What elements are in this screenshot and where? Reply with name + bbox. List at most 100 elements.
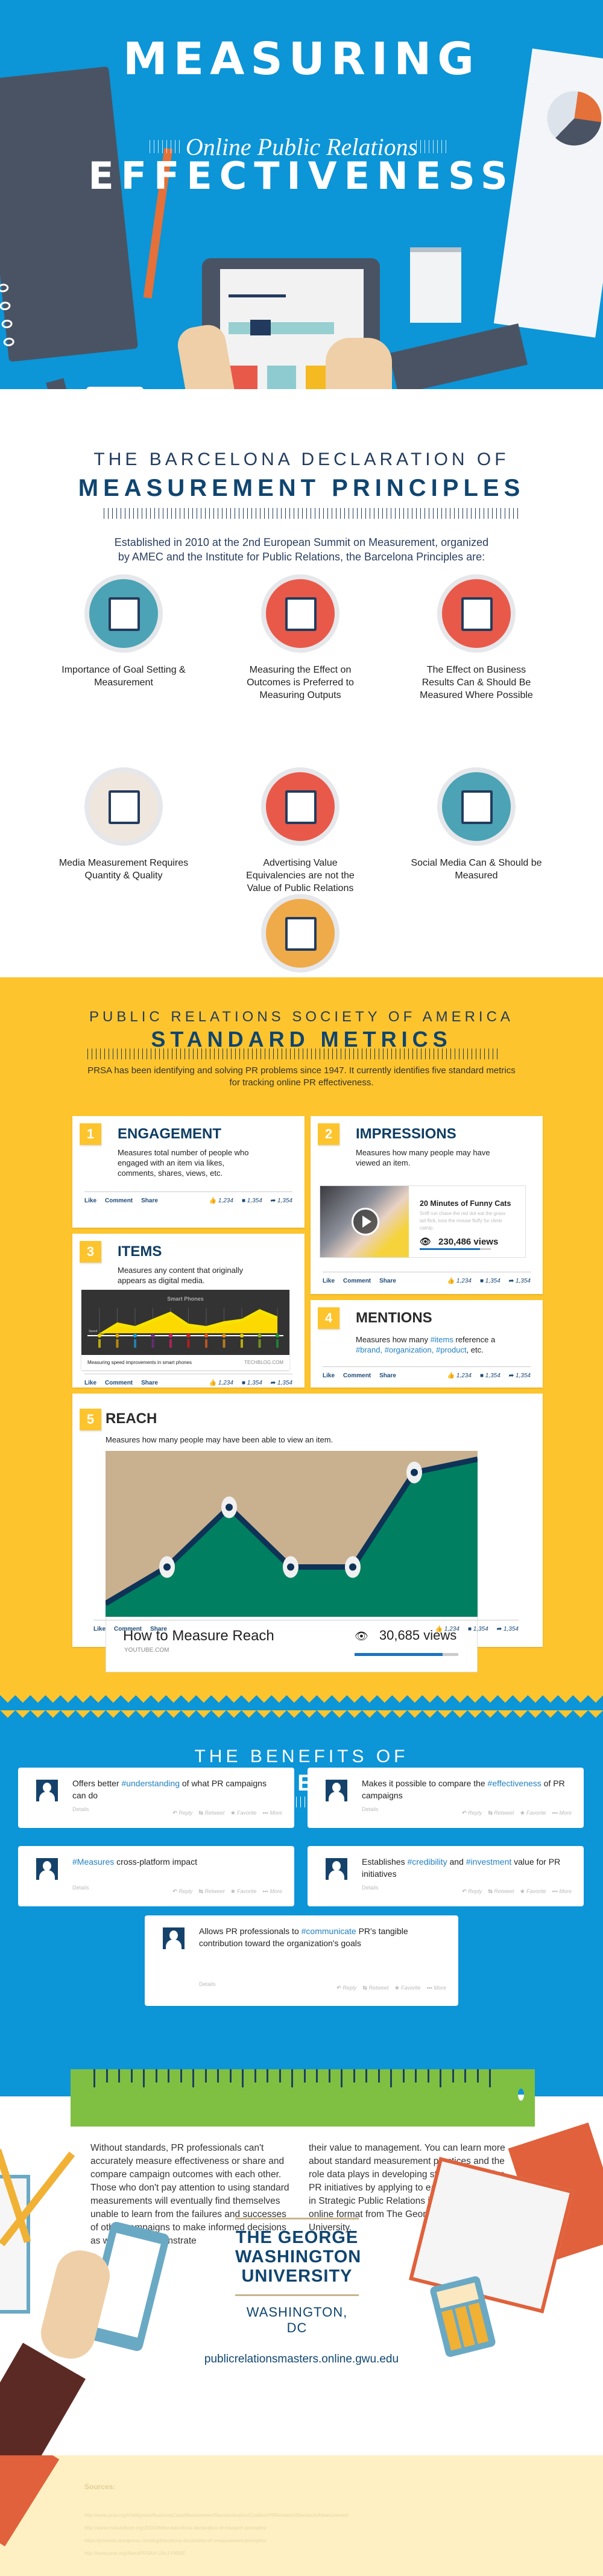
chart-pin <box>151 1339 154 1348</box>
social-actions-bar: Like Comment Share 👍 1,234 ■ 1,354 ➦ 1,354 <box>93 1620 519 1632</box>
hashtag-link[interactable]: #credibility <box>407 1857 447 1867</box>
comment-button[interactable]: Comment <box>105 1380 133 1386</box>
ellipsis-icon: ••• <box>426 1985 432 1991</box>
benefit-tweet-card: Makes it possible to compare the #effect… <box>308 1768 584 1828</box>
share-button[interactable]: Share <box>379 1278 396 1284</box>
views-progress-bar <box>355 1653 458 1656</box>
reply-icon: ↶ <box>336 1985 341 1991</box>
prsa-standard-metrics-section: PUBLIC RELATIONS SOCIETY OF AMERICA STAN… <box>0 977 603 1695</box>
hashtag-link[interactable]: #understanding <box>121 1778 180 1788</box>
share-button[interactable]: Share <box>150 1626 167 1632</box>
section-kicker: THE BENEFITS OF <box>194 1746 409 1766</box>
like-button[interactable]: Like <box>84 1198 96 1204</box>
principle-item: Measuring the Effect on Outcomes is Pref… <box>234 574 367 702</box>
comment-button[interactable]: Comment <box>114 1626 142 1632</box>
metric-title: MENTIONS <box>356 1310 432 1326</box>
reply-button[interactable]: ↶ Reply <box>336 1985 356 1991</box>
hashtag-link[interactable]: #brand, #organization, #product <box>356 1345 467 1354</box>
section-kicker: THE BARCELONA DECLARATION OF <box>93 449 510 469</box>
like-button[interactable]: Like <box>93 1626 106 1632</box>
details-link[interactable]: Details <box>72 1885 89 1891</box>
more-button[interactable]: ••• More <box>552 1810 572 1816</box>
metric-number: 1 <box>80 1123 101 1145</box>
chart-pin <box>205 1339 207 1348</box>
more-button[interactable]: ••• More <box>552 1888 572 1894</box>
play-icon[interactable] <box>352 1208 379 1236</box>
ruler-illustration <box>388 323 528 389</box>
hashtag-link[interactable]: #items <box>431 1335 453 1344</box>
chart-point <box>151 1333 155 1338</box>
benefit-tweet-card: Allows PR professionals to #communicate … <box>145 1915 458 2006</box>
video-card[interactable]: 20 Minutes of Funny Cats Sniff run chase… <box>320 1185 526 1258</box>
avatar-icon[interactable] <box>36 1858 58 1880</box>
source-link[interactable]: http://www.instituteforpr.org/2010/06/th… <box>84 2525 267 2531</box>
reply-icon: ↶ <box>172 1888 177 1894</box>
source-link[interactable]: https://prtrendx.wordpress.com/tag/barce… <box>84 2538 267 2543</box>
details-link[interactable]: Details <box>72 1806 89 1812</box>
retweet-button[interactable]: ⇆ Retweet <box>488 1888 514 1894</box>
more-button[interactable]: ••• More <box>427 1985 446 1991</box>
video-thumbnail[interactable] <box>320 1186 409 1257</box>
reply-icon: ↶ <box>462 1888 467 1894</box>
video-title[interactable]: 20 Minutes of Funny Cats <box>420 1199 511 1208</box>
avatar-icon[interactable] <box>163 1927 185 1949</box>
like-button[interactable]: Like <box>84 1380 96 1386</box>
share-icon: ➦ <box>508 1278 514 1284</box>
details-link[interactable]: Details <box>362 1885 379 1891</box>
eye-marker-pupil <box>349 1563 356 1571</box>
reply-button[interactable]: ↶ Reply <box>462 1888 482 1894</box>
metric-description: Measures total number of people who enga… <box>118 1148 249 1178</box>
chart-caption: Measuring speed improvements in smart ph… <box>87 1360 192 1365</box>
retweet-button[interactable]: ⇆ Retweet <box>198 1888 224 1894</box>
reply-button[interactable]: ↶ Reply <box>172 1810 192 1816</box>
share-icon: ➦ <box>270 1380 276 1386</box>
retweet-button[interactable]: ⇆ Retweet <box>198 1810 224 1816</box>
source-link[interactable]: http://www.prsa.org/Intelligence/Busines… <box>84 2513 349 2518</box>
retweet-button[interactable]: ⇆ Retweet <box>362 1985 388 1991</box>
hero-banner: MEASURING Online Public Relations EFFECT… <box>0 0 603 389</box>
eye-icon: 👁 <box>420 1237 432 1247</box>
details-link[interactable]: Details <box>362 1806 379 1812</box>
hashtag-link[interactable]: #effectiveness <box>488 1778 541 1788</box>
source-link[interactable]: http://www.prsa.org/AboutPRSA/#.U9vJ-Pld… <box>84 2551 186 2556</box>
principle-item: Advertising Value Equivalencies are not … <box>234 767 367 895</box>
details-link[interactable]: Details <box>199 1981 216 1987</box>
more-button[interactable]: ••• More <box>263 1810 282 1816</box>
comment-button[interactable]: Comment <box>105 1198 133 1204</box>
gwu-name-line2: WASHINGTON <box>235 2247 362 2267</box>
metric-number: 2 <box>318 1123 339 1145</box>
metric-title: IMPRESSIONS <box>356 1126 456 1142</box>
share-button[interactable]: Share <box>141 1198 158 1204</box>
avatar-icon[interactable] <box>36 1780 58 1801</box>
more-button[interactable]: ••• More <box>263 1888 282 1894</box>
eye-marker-pupil <box>226 1503 233 1511</box>
reach-chart <box>106 1451 478 1617</box>
avatar-icon[interactable] <box>326 1858 347 1880</box>
favorite-button[interactable]: ★ Favorite <box>520 1810 546 1816</box>
favorite-button[interactable]: ★ Favorite <box>394 1985 420 1991</box>
comment-button[interactable]: Comment <box>343 1372 371 1379</box>
reply-button[interactable]: ↶ Reply <box>462 1810 482 1816</box>
section-title: MEASUREMENT PRINCIPLES <box>78 475 525 501</box>
avatar-icon[interactable] <box>326 1780 347 1801</box>
reply-button[interactable]: ↶ Reply <box>172 1888 192 1894</box>
description-text: , etc. <box>466 1345 484 1354</box>
comment-button[interactable]: Comment <box>343 1278 371 1284</box>
principle-label: Advertising Value Equivalencies are not … <box>246 858 355 893</box>
like-button[interactable]: Like <box>323 1278 335 1284</box>
views-count: 230,486 views <box>438 1237 499 1247</box>
reach-video-card[interactable]: How to Measure Reach YOUTUBE.COM 👁 30,685… <box>106 1451 478 1674</box>
retweet-button[interactable]: ⇆ Retweet <box>488 1810 514 1816</box>
favorite-button[interactable]: ★ Favorite <box>230 1810 256 1816</box>
share-button[interactable]: Share <box>141 1380 158 1386</box>
favorite-button[interactable]: ★ Favorite <box>230 1888 256 1894</box>
share-button[interactable]: Share <box>379 1372 396 1379</box>
hashtag-link[interactable]: #communicate <box>302 1926 356 1936</box>
like-button[interactable]: Like <box>323 1372 335 1379</box>
gwu-url-link[interactable]: publicrelationsmasters.online.gwu.edu <box>181 2353 422 2366</box>
hashtag-link[interactable]: #Measures <box>72 1857 114 1867</box>
favorite-button[interactable]: ★ Favorite <box>520 1888 546 1894</box>
video-views: 👁 230,486 views <box>420 1236 498 1247</box>
thumbs-up-icon: 👍 <box>435 1626 443 1632</box>
hashtag-link[interactable]: #investment <box>466 1857 511 1867</box>
